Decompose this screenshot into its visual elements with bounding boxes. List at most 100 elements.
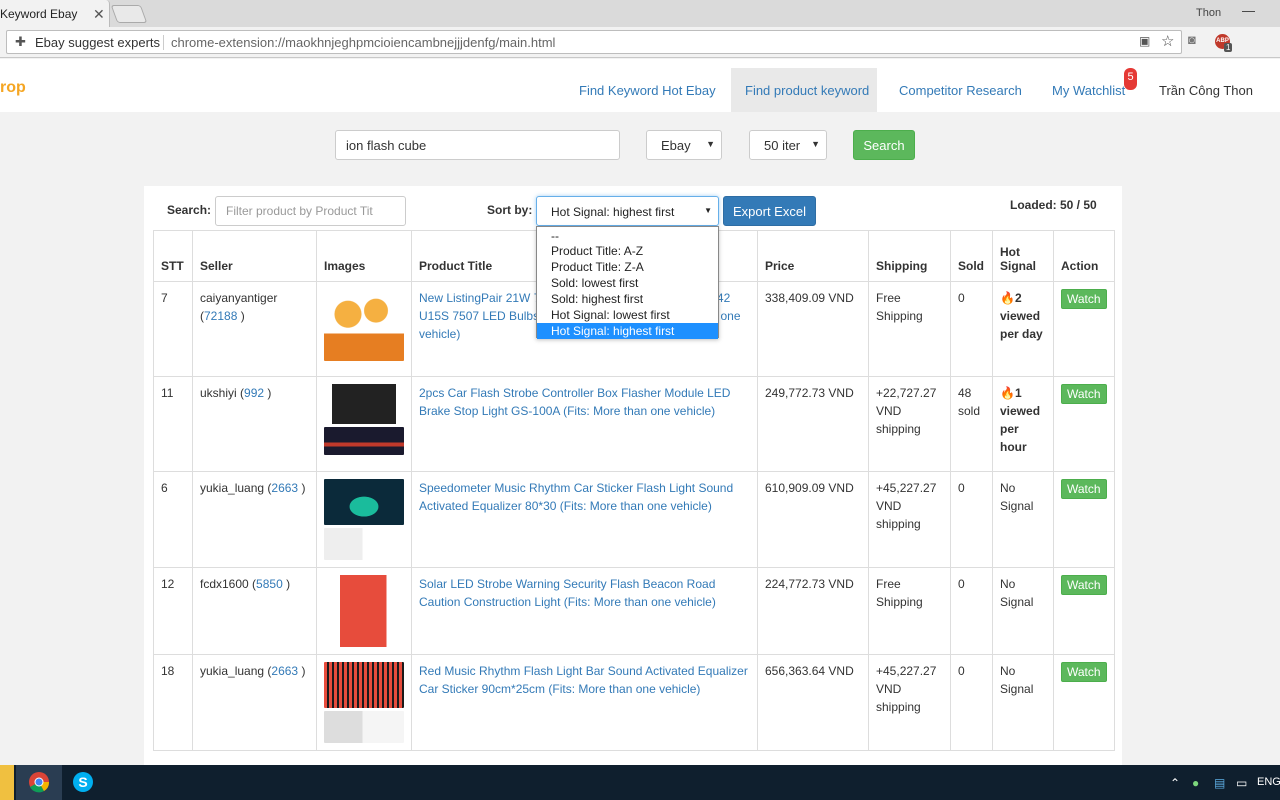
cell-seller: fcdx1600 (5850 )	[192, 567, 317, 655]
marketplace-value: Ebay	[661, 138, 691, 153]
cell-price: 224,772.73 VND	[757, 567, 869, 655]
seller-feedback-link[interactable]: 2663	[271, 664, 298, 678]
cell-sold: 0	[950, 471, 993, 568]
product-title-link[interactable]: Red Music Rhythm Flash Light Bar Sound A…	[419, 664, 748, 696]
cell-sold: 0	[950, 654, 993, 751]
cell-seller: yukia_luang (2663 )	[192, 654, 317, 751]
translate-icon[interactable]: ▣	[1139, 34, 1150, 48]
chrome-taskbar-button[interactable]	[16, 765, 62, 800]
cell-shipping: Free Shipping	[868, 281, 951, 377]
cell-title: Red Music Rhythm Flash Light Bar Sound A…	[411, 654, 758, 751]
product-title-link[interactable]: Speedometer Music Rhythm Car Sticker Fla…	[419, 481, 733, 513]
watchlist-badge: 5	[1124, 68, 1137, 90]
watch-button[interactable]: Watch	[1061, 289, 1107, 309]
header-images: Images	[316, 230, 412, 282]
address-bar[interactable]: ✚ Ebay suggest experts chrome-extension:…	[6, 30, 1182, 54]
cell-images	[316, 281, 412, 377]
product-image[interactable]	[324, 662, 404, 708]
minimize-icon[interactable]: —	[1242, 3, 1255, 18]
sort-select[interactable]: Hot Signal: highest first ▼	[536, 196, 719, 226]
seller-feedback-link[interactable]: 2663	[271, 481, 298, 495]
star-icon[interactable]: ☆	[1161, 32, 1174, 50]
browser-tabstrip: Keyword Ebay ✕ Thon —	[0, 0, 1280, 27]
product-image-secondary[interactable]	[324, 427, 404, 455]
skype-taskbar-button[interactable]: S	[62, 765, 108, 800]
product-image-secondary[interactable]	[324, 528, 404, 560]
address-separator	[163, 35, 164, 50]
cell-images	[316, 471, 412, 568]
new-tab-button[interactable]	[110, 5, 148, 23]
user-name[interactable]: Trần Công Thon	[1159, 83, 1253, 98]
tray-network-icon[interactable]: ▤	[1214, 776, 1225, 790]
cell-action: Watch	[1053, 376, 1115, 472]
items-value: 50 iter	[764, 138, 801, 153]
profile-name[interactable]: Thon	[1196, 7, 1221, 19]
nav-competitor-research[interactable]: Competitor Research	[899, 83, 1022, 98]
cell-seller: ukshiyi (992 )	[192, 376, 317, 472]
seller-name: yukia_luang	[200, 481, 265, 495]
seller-feedback-link[interactable]: 72188	[204, 309, 237, 323]
flame-icon: 🔥	[1000, 386, 1015, 400]
search-button[interactable]: Search	[853, 130, 915, 160]
nav-find-product-keyword[interactable]: Find product keyword	[745, 83, 869, 98]
product-image[interactable]	[324, 384, 404, 424]
url-text[interactable]: chrome-extension://maokhnjeghpmcioiencam…	[171, 35, 555, 50]
nav-find-keyword-hot[interactable]: Find Keyword Hot Ebay	[579, 83, 716, 98]
export-excel-button[interactable]: Export Excel	[723, 196, 816, 226]
tray-message-icon[interactable]: ▭	[1236, 776, 1247, 790]
watch-button[interactable]: Watch	[1061, 575, 1107, 595]
brand-logo[interactable]: rop	[0, 79, 26, 97]
sort-option-selected[interactable]: Hot Signal: highest first	[537, 323, 718, 339]
cell-title: Speedometer Music Rhythm Car Sticker Fla…	[411, 471, 758, 568]
keyword-input[interactable]	[335, 130, 620, 160]
camera-icon[interactable]: ◙	[1188, 32, 1196, 47]
seller-feedback-link[interactable]: 5850	[256, 577, 283, 591]
cell-action: Watch	[1053, 281, 1115, 377]
seller-feedback-link[interactable]: 992	[244, 386, 264, 400]
language-indicator[interactable]: ENG	[1257, 776, 1280, 788]
cell-price: 610,909.09 VND	[757, 471, 869, 568]
sort-option[interactable]: --	[537, 228, 718, 243]
product-title-link[interactable]: Solar LED Strobe Warning Security Flash …	[419, 577, 716, 609]
product-image[interactable]	[324, 289, 404, 361]
marketplace-select[interactable]: Ebay ▼	[646, 130, 722, 160]
tray-app-icon[interactable]: ●	[1192, 776, 1199, 790]
chevron-down-icon: ▼	[706, 139, 715, 149]
filter-input[interactable]	[215, 196, 406, 226]
browser-toolbar: ✚ Ebay suggest experts chrome-extension:…	[0, 27, 1280, 58]
product-image-secondary[interactable]	[324, 711, 404, 743]
cell-seller: yukia_luang (2663 )	[192, 471, 317, 568]
product-image[interactable]	[324, 575, 404, 647]
cell-stt: 7	[153, 281, 193, 377]
product-title-link[interactable]: 2pcs Car Flash Strobe Controller Box Fla…	[419, 386, 730, 418]
watch-button[interactable]: Watch	[1061, 384, 1107, 404]
tab-close-icon[interactable]: ✕	[93, 6, 105, 23]
cell-stt: 12	[153, 567, 193, 655]
sort-option[interactable]: Hot Signal: lowest first	[537, 307, 718, 323]
header-action: Action	[1053, 230, 1115, 282]
seller-name: fcdx1600	[200, 577, 249, 591]
sort-value: Hot Signal: highest first	[551, 205, 675, 219]
product-image[interactable]	[324, 479, 404, 525]
header-hot-signal: Hot Signal	[992, 230, 1054, 282]
watch-button[interactable]: Watch	[1061, 479, 1107, 499]
sort-option[interactable]: Product Title: Z-A	[537, 259, 718, 275]
watch-button[interactable]: Watch	[1061, 662, 1107, 682]
browser-tab[interactable]: Keyword Ebay ✕	[0, 0, 110, 27]
sort-option[interactable]: Product Title: A-Z	[537, 243, 718, 259]
table-row: 18 yukia_luang (2663 ) Red Music Rhythm …	[153, 654, 1115, 751]
file-explorer-icon[interactable]	[0, 765, 14, 800]
tray-arrow-icon[interactable]: ⌃	[1170, 776, 1180, 790]
sort-option[interactable]: Sold: highest first	[537, 291, 718, 307]
chevron-down-icon: ▼	[811, 139, 820, 149]
cell-title: Solar LED Strobe Warning Security Flash …	[411, 567, 758, 655]
site-name: Ebay suggest experts	[35, 35, 161, 50]
cell-price: 656,363.64 VND	[757, 654, 869, 751]
nav-my-watchlist[interactable]: My Watchlist	[1052, 83, 1125, 98]
items-select[interactable]: 50 iter ▼	[749, 130, 827, 160]
header-seller: Seller	[192, 230, 317, 282]
cell-hot-signal: No Signal	[992, 567, 1054, 655]
sort-option[interactable]: Sold: lowest first	[537, 275, 718, 291]
cell-sold: 48 sold	[950, 376, 993, 472]
seller-name: caiyanyantiger	[200, 291, 278, 305]
